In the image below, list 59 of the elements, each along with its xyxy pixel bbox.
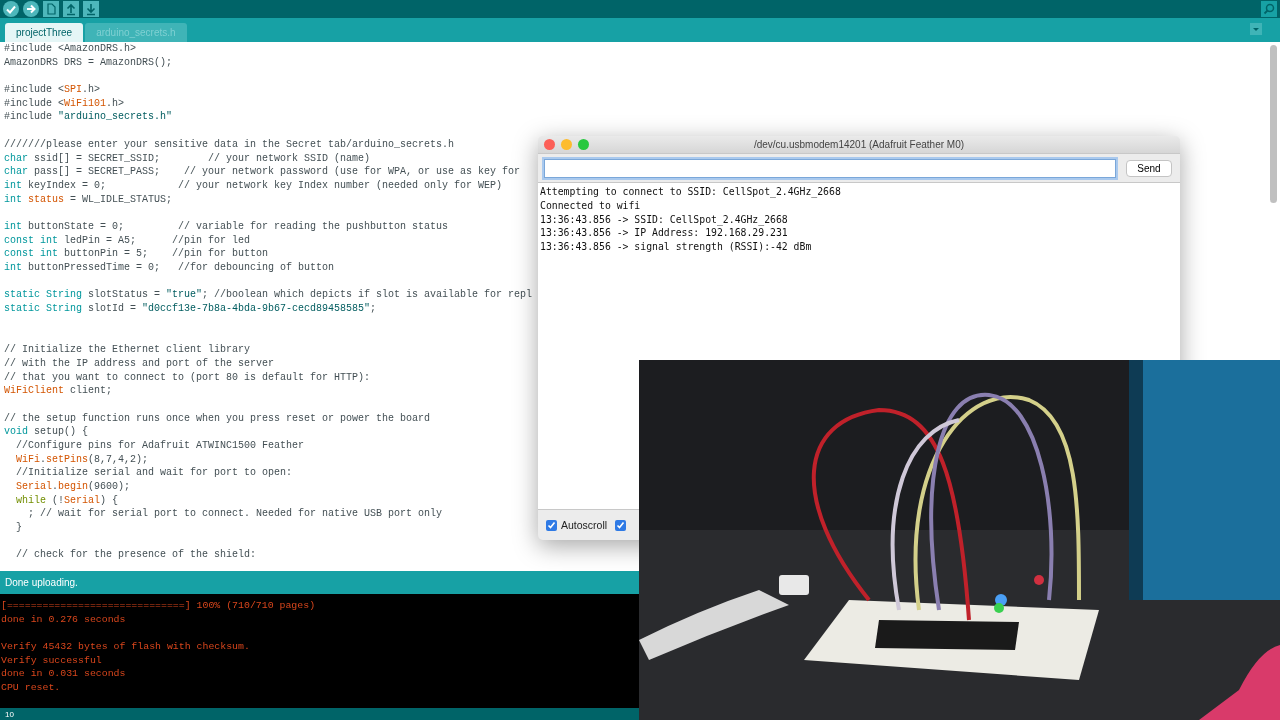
- code-line: // check for the presence of the shield:: [15, 548, 257, 563]
- output-line: Attempting to connect to SSID: CellSpot_2.4GHz_2668: [540, 185, 841, 199]
- code-line: WiFi.setPins(8,7,4,2);: [15, 452, 149, 467]
- code-line: ; // wait for serial port to connect. Needed for native USB port only: [27, 507, 443, 522]
- code-line: #include <SPI.h>: [4, 83, 101, 97]
- console-line: done in 0.031 seconds: [1, 667, 126, 682]
- arrow-icon[interactable]: [23, 1, 39, 17]
- editor-tab[interactable]: projectThree: [5, 23, 84, 42]
- console-line: CPU reset.: [1, 681, 61, 695]
- console-line: [==============================] 100% (710/710 pages): [1, 599, 316, 613]
- window-title: /dev/cu.usbmodem14201 (Adafruit Feather M0): [753, 139, 965, 150]
- status-message: Done uploading.: [5, 577, 78, 588]
- code-line: const int ledPin = A5; //pin for led: [4, 233, 251, 248]
- code-line: int buttonPressedTime = 0; //for debouncing of button: [4, 261, 335, 275]
- down-arrow-icon[interactable]: [83, 1, 99, 17]
- code-line: void setup() {: [4, 425, 89, 439]
- code-line: }: [15, 521, 22, 535]
- code-line: int status = WL_IDLE_STATUS;: [4, 192, 173, 207]
- code-line: char pass[] = SECRET_PASS; // your network password (use for WPA, or use as key for: [4, 165, 521, 179]
- code-line: //Configure pins for Adafruit ATWINC1500 Feather: [15, 438, 305, 453]
- check-icon[interactable]: [3, 1, 19, 17]
- code-line: // Initialize the Ethernet client library: [4, 343, 251, 357]
- code-line: #include "arduino_secrets.h": [4, 110, 173, 125]
- line-number: 10: [5, 709, 14, 719]
- up-arrow-icon[interactable]: [63, 1, 79, 17]
- checkbox[interactable]: [546, 519, 557, 531]
- dropdown-icon[interactable]: [1250, 23, 1262, 35]
- close-icon[interactable]: [544, 139, 555, 150]
- code-line: // that you want to connect to (port 80 is default for HTTP):: [4, 370, 371, 385]
- maximize-icon[interactable]: [578, 139, 589, 150]
- checkbox[interactable]: [615, 519, 627, 531]
- code-line: ///////please enter your sensitive data in the Secret tab/arduino_secrets.h: [4, 137, 455, 152]
- code-line: #include <WiFi101.h>: [4, 96, 125, 111]
- code-line: char ssid[] = SECRET_SSID; // your network SSID (name): [4, 151, 371, 166]
- code-line: static String slotStatus = "true"; //boolean which depicts if slot is available for repl: [4, 288, 533, 303]
- console-line: done in 0.276 seconds: [1, 612, 126, 627]
- output-line: Connected to wifi: [540, 198, 641, 213]
- output-line: 13:36:43.856 -> IP Address: 192.168.29.231: [540, 226, 788, 241]
- code-line: Serial.begin(9600);: [15, 480, 131, 494]
- console-line: Verify 45432 bytes of flash with checksum.: [1, 640, 250, 654]
- send-button[interactable]: Send: [1126, 159, 1172, 177]
- code-line: while (!Serial) {: [15, 493, 119, 508]
- output-line: 13:36:43.856 -> SSID: CellSpot_2.4GHz_2668: [540, 212, 788, 227]
- code-line: WiFiClient client;: [4, 384, 113, 398]
- code-line: AmazonDRS DRS = AmazonDRS();: [4, 55, 173, 70]
- code-line: // with the IP address and port of the server: [4, 356, 275, 371]
- search-icon[interactable]: [1261, 1, 1277, 17]
- console-line: Verify successful: [1, 653, 102, 668]
- code-line: // the setup function runs once when you press reset or power the board: [4, 411, 431, 426]
- code-line: int keyIndex = 0; // your network key Index number (needed only for WEP): [4, 178, 503, 193]
- code-line: int buttonState = 0; // variable for reading the pushbutton status: [4, 219, 449, 234]
- code-line: //Initialize serial and wait for port to open:: [15, 466, 293, 480]
- checkbox-label: Autoscroll: [561, 519, 608, 531]
- code-line: static String slotId = "d0ccf13e-7b8a-4bda-9b67-cecd89458585";: [4, 302, 377, 316]
- code-line: #include <AmazonDRS.h>: [4, 42, 137, 56]
- scrollbar[interactable]: [1270, 45, 1277, 203]
- output-line: 13:36:43.856 -> signal strength (RSSI):-42 dBm: [540, 240, 812, 254]
- input-field[interactable]: [544, 158, 1116, 178]
- code-line: const int buttonPin = 5; //pin for button: [4, 247, 269, 261]
